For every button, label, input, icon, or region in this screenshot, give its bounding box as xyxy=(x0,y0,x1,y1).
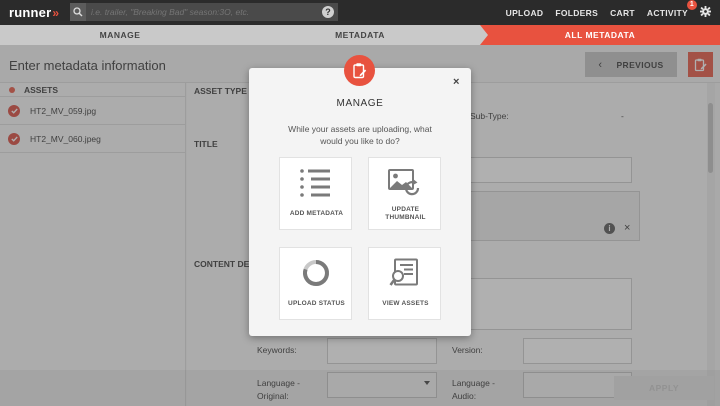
step-progress-bar: MANAGE METADATA ALL METADATA xyxy=(0,25,720,45)
step-manage-label: MANAGE xyxy=(99,30,141,40)
search-input[interactable] xyxy=(86,3,322,21)
logo-text: runner xyxy=(9,5,52,20)
step-arrow xyxy=(240,25,248,45)
nav-folders[interactable]: FOLDERS xyxy=(555,8,598,18)
search-bar: ? xyxy=(70,3,338,21)
manage-modal: × MANAGE While your assets are uploading… xyxy=(249,55,471,336)
top-bar: runner » ? UPLOAD FOLDERS CART ACTIVITY … xyxy=(0,0,720,25)
step-all-metadata[interactable]: ALL METADATA xyxy=(480,25,720,45)
nav-activity-label: ACTIVITY xyxy=(646,7,688,18)
view-assets-label: VIEW ASSETS xyxy=(382,300,429,307)
progress-ring-icon xyxy=(302,260,329,286)
view-assets-option[interactable]: VIEW ASSETS xyxy=(368,247,441,320)
step-metadata-label: METADATA xyxy=(335,30,385,40)
add-metadata-label: ADD METADATA xyxy=(289,210,344,217)
step-arrow xyxy=(480,25,488,45)
top-nav: UPLOAD FOLDERS CART ACTIVITY 1 xyxy=(506,0,720,25)
update-thumbnail-label: UPDATE THUMBNAIL xyxy=(369,206,442,222)
list-icon xyxy=(299,169,330,197)
step-metadata[interactable]: METADATA xyxy=(240,25,488,45)
clipboard-edit-icon xyxy=(344,55,375,86)
gear-icon[interactable] xyxy=(700,6,711,19)
add-metadata-option[interactable]: ADD METADATA xyxy=(279,157,352,230)
search-document-icon xyxy=(388,258,418,286)
search-help-icon[interactable]: ? xyxy=(322,6,334,18)
modal-title: MANAGE xyxy=(336,98,384,109)
search-icon[interactable] xyxy=(70,3,86,21)
upload-status-label: UPLOAD STATUS xyxy=(288,300,345,307)
update-thumbnail-label-line2: THUMBNAIL xyxy=(385,214,426,221)
runner-logo[interactable]: runner » xyxy=(9,5,59,20)
update-thumbnail-option[interactable]: UPDATE THUMBNAIL xyxy=(368,157,441,230)
nav-cart[interactable]: CART xyxy=(610,8,635,18)
logo-chevrons: » xyxy=(52,5,59,20)
activity-badge: 1 xyxy=(687,0,697,10)
close-icon[interactable]: × xyxy=(453,76,459,88)
step-all-metadata-label: ALL METADATA xyxy=(564,30,636,40)
nav-activity[interactable]: ACTIVITY 1 xyxy=(646,0,697,18)
upload-status-option[interactable]: UPLOAD STATUS xyxy=(279,247,352,320)
step-manage[interactable]: MANAGE xyxy=(0,25,248,45)
modal-subtitle: While your assets are uploading, what wo… xyxy=(288,124,432,146)
thumbnail-refresh-icon xyxy=(387,169,419,196)
nav-upload[interactable]: UPLOAD xyxy=(506,8,544,18)
update-thumbnail-label-line1: UPDATE xyxy=(391,206,420,213)
